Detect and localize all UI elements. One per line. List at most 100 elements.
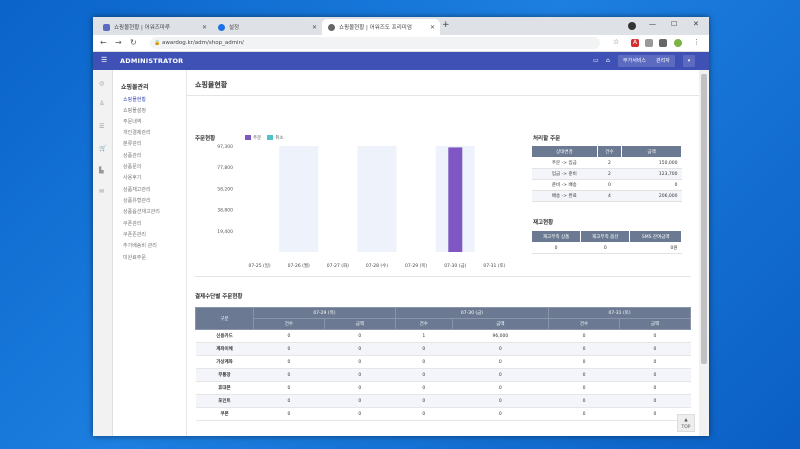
payment-value-cell: 0 [324,329,396,343]
sidebar-item-product-qna[interactable]: 상품문의 [123,163,141,170]
user-icon[interactable]: ♙ [99,100,104,107]
menu-icon[interactable]: ☰ [101,56,107,64]
chart-column-band [357,146,397,252]
sidebar-item-shipping-fee[interactable]: 추가배송비 관리 [123,242,157,249]
col-count: 건수 [394,318,453,330]
sidebar-item-orders[interactable]: 주문내역 [123,118,141,125]
table-row[interactable]: 배송 -> 완료 4 206,000 [531,190,682,202]
brand-title: ADMINISTRATOR [120,57,184,65]
col-amount: 금액 [451,318,550,330]
divider [195,276,691,277]
maximize-icon[interactable]: ☐ [671,20,677,28]
table-row[interactable]: 휴대폰 0 0 0 0 0 0 [195,381,691,395]
scrollbar[interactable] [699,70,709,436]
url-input[interactable]: 🔒 awardog.kr/adm/shop_admin/ [150,37,600,49]
sidebar-item-personal-payment[interactable]: 개인결제관리 [123,129,151,136]
close-icon[interactable]: ✕ [430,24,435,31]
monitor-icon[interactable]: ▭ [593,57,599,64]
legend-item-cancel: 취소 [267,135,284,141]
admin-button[interactable]: 관리자 [651,55,675,67]
pdf-extension-icon[interactable]: A [631,39,639,47]
table-row[interactable]: 신용카드 0 0 1 96,000 0 0 [195,329,691,343]
url-text: awardog.kr/adm/shop_admin/ [162,40,244,46]
table-row[interactable]: 계좌이체 0 0 0 0 0 0 [195,342,691,356]
tab-settings[interactable]: 설정 ✕ [212,19,322,35]
table-row[interactable]: 주문 -> 입금 2 150,000 [531,157,682,169]
sidebar-item-coupon-zone[interactable]: 쿠폰존관리 [123,231,146,238]
x-tick-label: 07-26 (월) [288,262,310,269]
sidebar-item-category[interactable]: 분류관리 [123,140,141,147]
sidebar-item-incomplete-orders[interactable]: 미완료주문 [123,254,146,261]
y-tick-label: 97,300 [217,144,233,150]
sidebar-item-product-type[interactable]: 상품유형관리 [123,197,151,204]
sidebar-item-coupons[interactable]: 쿠폰관리 [123,220,141,227]
col-amount: 금액 [621,145,682,158]
tab-shop-status-1[interactable]: 쇼핑몰현황 | 어워즈마루 ✕ [97,19,212,35]
payment-value-cell: 0 [452,342,549,356]
chart-column-band [396,146,436,252]
col-low-stock-options: 재고부족 옵션 [580,230,631,243]
sidebar-item-reviews[interactable]: 사용후기 [123,174,141,181]
payment-method-cell: 가상계좌 [195,355,254,369]
table-row[interactable]: 준비 -> 배송 0 0 [531,179,682,191]
payment-value-cell: 0 [324,381,396,395]
reload-icon[interactable]: ↻ [130,38,137,47]
avatar[interactable] [674,39,682,47]
list-icon[interactable]: ☰ [99,123,104,130]
sidebar-item-stock[interactable]: 상품재고관리 [123,186,151,193]
payment-value-cell: 0 [548,381,620,395]
table-row[interactable]: 0 0 0원 [531,242,682,254]
sidebar-item-shop-status[interactable]: 쇼핑몰현황 [123,96,146,103]
tab-shop-status-active[interactable]: 쇼핑몰현황 | 어워즈도 프리미엄 ✕ [322,19,440,35]
star-icon[interactable]: ☆ [613,38,619,46]
extension-icon[interactable] [645,39,653,47]
scrollbar-thumb[interactable] [701,74,707,364]
payment-value-cell: 0 [548,394,620,408]
lock-icon: 🔒 [154,40,161,46]
table-row[interactable]: 쿠폰 0 0 0 0 0 0 [195,407,691,421]
tab-label: 설정 [229,25,240,31]
sidebar-item-shop-settings[interactable]: 쇼핑몰설정 [123,107,146,114]
new-tab-icon[interactable]: + [442,20,450,30]
forward-icon[interactable]: → [115,38,122,47]
payment-value-cell: 0 [324,355,396,369]
stats-icon[interactable]: ▙ [99,167,104,174]
divider [187,95,699,96]
table-row[interactable]: 입금 -> 준비 2 123,700 [531,168,682,180]
sidebar-item-option-stock[interactable]: 상품옵션재고관리 [123,208,160,215]
payment-value-cell: 0 [395,407,453,421]
chart-bar-order[interactable] [448,147,463,252]
home-icon[interactable]: ⌂ [606,57,610,64]
minimize-icon[interactable]: — [649,20,656,28]
close-window-icon[interactable]: ✕ [693,20,699,28]
payment-value-cell: 0 [253,329,325,343]
payment-value-cell: 0 [619,342,691,356]
payment-value-cell: 0 [619,355,691,369]
settings-icon[interactable]: ◎ [99,80,104,87]
chart-column-band [240,146,280,252]
scroll-top-button[interactable]: ▲ TOP [677,414,695,432]
table-row[interactable]: 포인트 0 0 0 0 0 0 [195,394,691,408]
table-row[interactable]: 가상계좌 0 0 0 0 0 0 [195,355,691,369]
stock-title: 재고현황 [533,220,554,226]
mail-icon[interactable]: ✉ [99,188,104,195]
table-row[interactable]: 무통장 0 0 0 0 0 0 [195,368,691,382]
addon-service-button[interactable]: 부가서비스 [618,55,652,67]
puzzle-icon[interactable] [659,39,667,47]
close-icon[interactable]: ✕ [312,24,317,31]
payment-value-cell: 1 [395,329,453,343]
cart-icon[interactable]: 🛒 [99,145,106,152]
back-icon[interactable]: ← [100,38,107,47]
dropdown-button[interactable]: ▾ [683,55,695,67]
kebab-menu-icon[interactable]: ⋮ [693,38,700,46]
tab-label: 쇼핑몰현황 | 어워즈도 프리미엄 [339,25,412,31]
y-tick-label: 19,400 [217,229,233,235]
payment-value-cell: 96,000 [452,329,549,343]
col-low-stock-products: 재고부족 상품 [530,230,582,243]
close-icon[interactable]: ✕ [202,24,207,31]
pending-orders-title: 처리할 주문 [533,136,561,142]
x-tick-label: 07-27 (화) [327,263,349,269]
profile-icon[interactable] [628,22,636,30]
payment-method-cell: 신용카드 [195,329,254,343]
sidebar-item-products[interactable]: 상품관리 [123,152,141,159]
